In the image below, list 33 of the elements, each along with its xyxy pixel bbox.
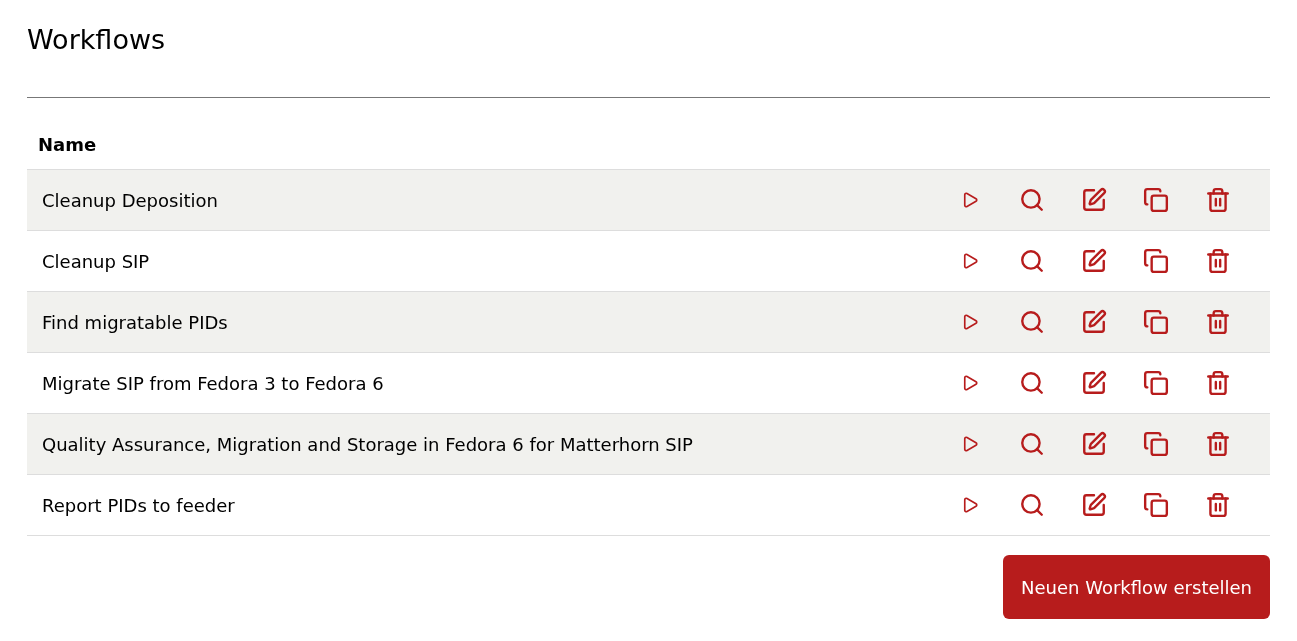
search-icon[interactable] [1018, 430, 1046, 458]
delete-icon[interactable] [1204, 430, 1232, 458]
copy-icon[interactable] [1142, 247, 1170, 275]
search-icon[interactable] [1018, 369, 1046, 397]
workflow-name: Find migratable PIDs [42, 310, 229, 335]
delete-icon[interactable] [1204, 369, 1232, 397]
edit-icon[interactable] [1080, 491, 1108, 519]
copy-icon[interactable] [1142, 186, 1170, 214]
edit-icon[interactable] [1080, 369, 1108, 397]
search-icon[interactable] [1018, 491, 1046, 519]
column-header: Name [38, 133, 97, 157]
create-workflow-button[interactable]: Neuen Workflow erstellen [1003, 555, 1270, 619]
delete-icon[interactable] [1204, 247, 1232, 275]
edit-icon[interactable] [1080, 247, 1108, 275]
workflow-name: Report PIDs to feeder [42, 493, 236, 518]
workflow-name: Quality Assurance, Migration and Storage in Fedora 6 for Matterhorn SIP [42, 432, 694, 457]
delete-icon[interactable] [1204, 308, 1232, 336]
page-title: Workflows [27, 23, 166, 57]
edit-icon[interactable] [1080, 308, 1108, 336]
copy-icon[interactable] [1142, 491, 1170, 519]
search-icon[interactable] [1018, 308, 1046, 336]
copy-icon[interactable] [1142, 308, 1170, 336]
edit-icon[interactable] [1080, 186, 1108, 214]
search-icon[interactable] [1018, 186, 1046, 214]
workflow-name: Cleanup SIP [42, 249, 151, 274]
copy-icon[interactable] [1142, 369, 1170, 397]
workflow-name: Migrate SIP from Fedora 3 to Fedora 6 [42, 371, 385, 396]
copy-icon[interactable] [1142, 430, 1170, 458]
workflow-name: Cleanup Deposition [42, 188, 219, 213]
delete-icon[interactable] [1204, 491, 1232, 519]
edit-icon[interactable] [1080, 430, 1108, 458]
delete-icon[interactable] [1204, 186, 1232, 214]
search-icon[interactable] [1018, 247, 1046, 275]
